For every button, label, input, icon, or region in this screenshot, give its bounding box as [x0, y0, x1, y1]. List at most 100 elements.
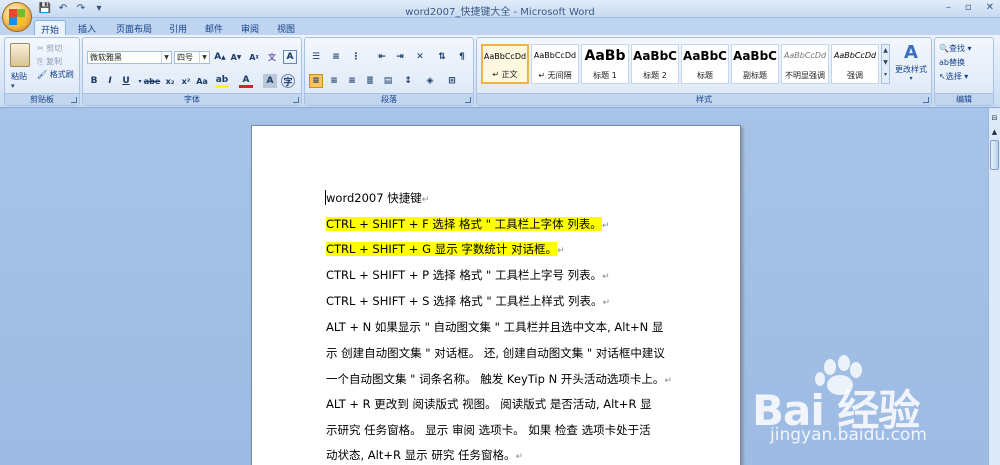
minimize-button[interactable]: –	[946, 2, 951, 13]
char-border-icon[interactable]: A	[283, 50, 297, 64]
distribute-icon[interactable]: ▤	[381, 74, 395, 88]
paragraph-mark: ↵	[515, 452, 524, 462]
scrollbar-thumb[interactable]	[990, 140, 999, 170]
brush-icon: 🖌	[37, 70, 48, 79]
watermark-url: jingyan.baidu.com	[770, 425, 927, 445]
style-title[interactable]: AaBbC 标题	[681, 44, 729, 84]
tab-references[interactable]: 引用	[164, 20, 192, 36]
replace-icon: ab	[939, 58, 949, 67]
doc-line[interactable]: ALT + N 如果显示 " 自动图文集 " 工具栏并且选中文本, Alt+N …	[326, 319, 663, 335]
numbering-icon[interactable]: ≡	[329, 50, 343, 64]
shading-icon[interactable]: ◈	[423, 74, 437, 88]
chevron-down-icon: ▾	[909, 75, 913, 82]
clipboard-group-label: 剪贴板	[5, 93, 79, 105]
tab-mailings[interactable]: 邮件	[200, 20, 228, 36]
paste-icon[interactable]	[10, 43, 30, 67]
ruler-toggle-icon[interactable]: ⊟	[990, 114, 999, 123]
enclose-char-icon[interactable]: 字	[281, 74, 295, 88]
styles-scroll[interactable]: ▲ ▼ ▾	[881, 44, 890, 84]
change-styles-button[interactable]: A 更改样式 ▾	[895, 42, 927, 82]
paragraph-mark: ↵	[421, 195, 430, 205]
doc-line[interactable]: 一个自动图文集 " 词条名称。 触发 KeyTip N 开头活动选项卡上。↵	[326, 371, 672, 387]
tab-insert[interactable]: 插入	[72, 20, 102, 36]
underline-icon[interactable]: U	[119, 74, 133, 88]
cut-button[interactable]: ✂ 剪切	[37, 43, 62, 54]
align-right-icon[interactable]: ≡	[345, 74, 359, 88]
format-painter-button[interactable]: 🖌 格式刷	[37, 69, 74, 80]
tab-home[interactable]: 开始	[34, 20, 66, 36]
paragraph-mark: ↵	[602, 272, 610, 282]
increase-indent-icon[interactable]: ⇥	[393, 50, 407, 64]
align-left-icon[interactable]: ≡	[309, 74, 323, 88]
styles-launcher-icon[interactable]	[923, 97, 929, 103]
style-subtle-emphasis[interactable]: AaBbCcDd 不明显强调	[781, 44, 829, 84]
tab-page-layout[interactable]: 页面布局	[110, 20, 158, 36]
sort-icon[interactable]: ⇅	[435, 50, 449, 64]
find-button[interactable]: 🔍查找 ▾	[939, 43, 972, 54]
doc-line[interactable]: 动状态, Alt+R 显示 研究 任务窗格。↵	[326, 447, 523, 463]
copy-button[interactable]: ⎘ 复制	[37, 56, 62, 67]
italic-icon[interactable]: I	[103, 74, 117, 88]
style-heading-2[interactable]: AaBbC 标题 2	[631, 44, 679, 84]
doc-line[interactable]: 示研究 任务窗格。 显示 审阅 选项卡。 如果 检查 选项卡处于活	[326, 422, 651, 438]
style-normal[interactable]: AaBbCcDd ↵ 正文	[481, 44, 529, 84]
show-marks-icon[interactable]: ¶	[455, 50, 469, 64]
bold-icon[interactable]: B	[87, 74, 101, 88]
font-name-combo[interactable]: 微软雅黑 ▼	[87, 51, 172, 64]
borders-icon[interactable]: ⊞	[445, 74, 459, 88]
paragraph-mark: ↵	[664, 376, 672, 386]
style-emphasis[interactable]: AaBbCcDd 强调	[831, 44, 879, 84]
phonetic-guide-icon[interactable]: 文	[265, 50, 279, 64]
window-title: word2007_快捷键大全 - Microsoft Word	[405, 7, 595, 18]
tab-review[interactable]: 审阅	[236, 20, 264, 36]
change-styles-icon: A	[904, 42, 918, 63]
change-case-icon[interactable]: Aa	[195, 74, 209, 88]
close-button[interactable]: ✕	[986, 2, 994, 13]
doc-line[interactable]: ALT + R 更改到 阅读版式 视图。 阅读版式 是否活动, Alt+R 显	[326, 396, 652, 412]
decrease-indent-icon[interactable]: ⇤	[375, 50, 389, 64]
superscript-icon[interactable]: x²	[179, 74, 193, 88]
paragraph-mark: ↵	[601, 221, 610, 231]
paste-dropdown-icon[interactable]: ▾	[11, 82, 15, 90]
highlight-icon[interactable]: ab	[215, 74, 229, 88]
select-button[interactable]: ↖选择 ▾	[939, 71, 968, 82]
clear-format-icon[interactable]: Aᵡ	[247, 50, 261, 64]
shrink-font-icon[interactable]: A ▼	[229, 50, 243, 64]
clipboard-launcher-icon[interactable]	[71, 97, 77, 103]
cut-icon: ✂	[37, 44, 44, 53]
strikethrough-icon[interactable]: abe	[144, 74, 161, 88]
style-heading-1[interactable]: AaBb 标题 1	[581, 44, 629, 84]
tab-view[interactable]: 视图	[272, 20, 300, 36]
paste-button[interactable]: 粘贴	[11, 71, 27, 82]
maximize-button[interactable]: ▫	[965, 2, 972, 13]
styles-group-label: 样式	[477, 93, 931, 105]
doc-line[interactable]: CTRL + SHIFT + F 选择 格式 " 工具栏上字体 列表。↵	[326, 216, 609, 232]
paragraph-launcher-icon[interactable]	[465, 97, 471, 103]
subscript-icon[interactable]: x₂	[163, 74, 177, 88]
document-page[interactable]: word2007 快捷键↵ CTRL + SHIFT + F 选择 格式 " 工…	[251, 125, 741, 465]
doc-line[interactable]: word2007 快捷键↵	[326, 190, 429, 206]
char-shading-icon[interactable]: A	[263, 74, 277, 88]
align-center-icon[interactable]: ≡	[327, 74, 341, 88]
doc-line[interactable]: CTRL + SHIFT + G 显示 字数统计 对话框。↵	[326, 241, 565, 257]
font-color-icon[interactable]: A	[239, 74, 253, 88]
justify-icon[interactable]: ≣	[363, 74, 377, 88]
chinese-layout-icon[interactable]: ✕	[413, 50, 427, 64]
style-subtitle[interactable]: AaBbC 副标题	[731, 44, 779, 84]
styles-group: AaBbCcDd ↵ 正文 AaBbCcDd ↵ 无间隔 AaBb 标题 1 A…	[476, 37, 932, 106]
doc-line[interactable]: CTRL + SHIFT + P 选择 格式 " 工具栏上字号 列表。↵	[326, 267, 610, 283]
font-group-label: 字体	[83, 93, 301, 105]
style-no-spacing[interactable]: AaBbCcDd ↵ 无间隔	[531, 44, 579, 84]
doc-line[interactable]: CTRL + SHIFT + S 选择 格式 " 工具栏上样式 列表。↵	[326, 293, 610, 309]
scroll-up-icon[interactable]: ▲	[990, 128, 999, 137]
doc-line[interactable]: 示 创建自动图文集 " 对话框。 还, 创建自动图文集 " 对话框中建议	[326, 345, 665, 361]
replace-button[interactable]: ab替换	[939, 57, 965, 68]
office-button[interactable]	[2, 2, 32, 32]
bullets-icon[interactable]: ☰	[309, 50, 323, 64]
multilevel-list-icon[interactable]: ⋮	[349, 50, 363, 64]
office-logo-icon	[9, 9, 25, 25]
font-launcher-icon[interactable]	[293, 97, 299, 103]
grow-font-icon[interactable]: A ▲	[213, 50, 227, 64]
line-spacing-icon[interactable]: ↕	[401, 74, 415, 88]
font-size-combo[interactable]: 四号 ▼	[174, 51, 210, 64]
